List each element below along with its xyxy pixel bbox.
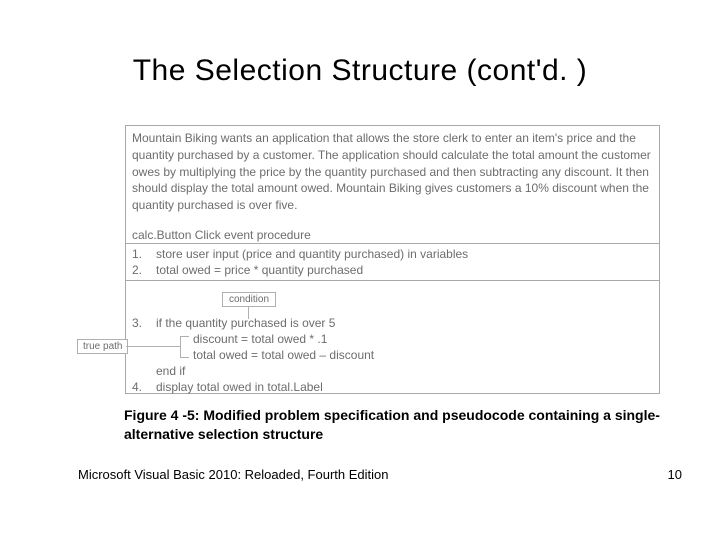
pseudocode-step-1: 1.store user input (price and quantity p…: [132, 247, 468, 261]
problem-specification: Mountain Biking wants an application tha…: [132, 130, 652, 214]
pseudocode-endif: end if: [156, 364, 185, 378]
step-text: total owed = price * quantity purchased: [156, 263, 363, 277]
true-path-bracket: [180, 336, 189, 358]
slide-number: 10: [668, 467, 682, 482]
step-number: 4.: [132, 380, 156, 394]
pseudocode-step-3: 3.if the quantity purchased is over 5: [132, 316, 335, 330]
footer-text: Microsoft Visual Basic 2010: Reloaded, F…: [78, 467, 388, 482]
step-number: 1.: [132, 247, 156, 261]
true-path-connector: [126, 346, 180, 347]
step-number: 2.: [132, 263, 156, 277]
slide-title: The Selection Structure (cont'd. ): [0, 54, 720, 88]
divider-2: [126, 280, 659, 281]
procedure-title: calc.Button Click event procedure: [132, 228, 311, 242]
step-text: store user input (price and quantity pur…: [156, 247, 468, 261]
step-text: if the quantity purchased is over 5: [156, 316, 335, 330]
pseudocode-step-3b: discount = total owed * .1: [193, 332, 327, 346]
slide: The Selection Structure (cont'd. ) Mount…: [0, 0, 720, 540]
step-number: 3.: [132, 316, 156, 330]
pseudocode-step-4: 4.display total owed in total.Label: [132, 380, 323, 394]
true-path-label: true path: [77, 339, 128, 354]
divider-1: [126, 243, 659, 244]
pseudocode-step-2: 2.total owed = price * quantity purchase…: [132, 263, 363, 277]
pseudocode-step-3c: total owed = total owed – discount: [193, 348, 374, 362]
figure-caption: Figure 4 -5: Modified problem specificat…: [124, 406, 664, 444]
condition-label: condition: [222, 292, 276, 307]
step-text: display total owed in total.Label: [156, 380, 323, 394]
